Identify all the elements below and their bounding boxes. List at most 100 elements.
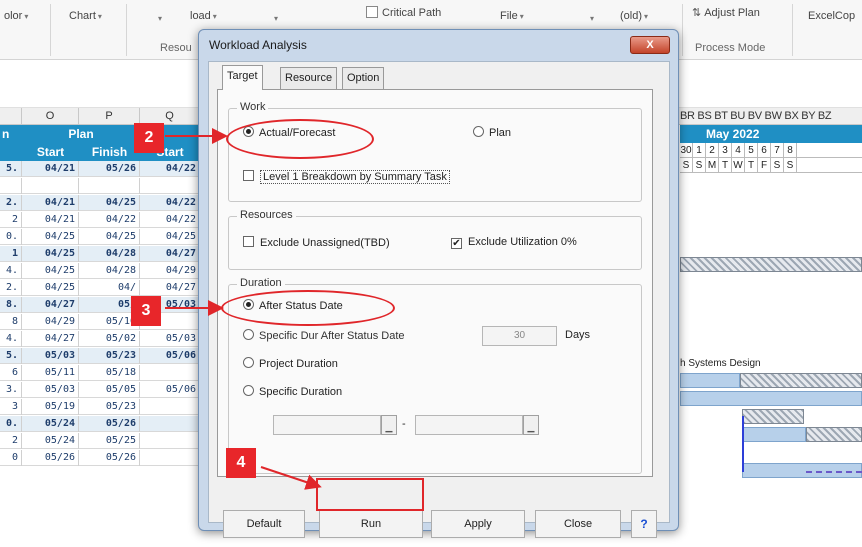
table-cell-q[interactable]: 04/25 <box>140 229 200 245</box>
table-cell-finish[interactable]: 04/25 <box>79 195 140 211</box>
tab-resource[interactable]: Resource <box>280 67 338 89</box>
table-cell-start[interactable]: 04/25 <box>22 246 79 262</box>
gantt-task-bar[interactable] <box>680 373 740 388</box>
table-row[interactable]: 3. 05/03 05/05 05/06 <box>0 382 200 398</box>
table-row[interactable]: 2 05/24 05/25 <box>0 433 200 449</box>
table-row[interactable]: 1 04/25 04/28 04/27 <box>0 246 200 262</box>
start-date-input[interactable] <box>273 415 381 435</box>
table-cell-q[interactable]: 05/06 <box>140 348 200 364</box>
help-button[interactable]: ? <box>631 510 657 538</box>
ribbon-small-button[interactable]: ▾ <box>588 12 594 24</box>
table-cell-id[interactable]: 2 <box>0 212 22 228</box>
table-cell-finish[interactable]: 05/23 <box>79 348 140 364</box>
tab-target[interactable]: Target <box>222 65 263 90</box>
table-cell-finish[interactable]: 04/28 <box>79 263 140 279</box>
default-button[interactable]: Default <box>223 510 305 538</box>
column-header-p[interactable]: P <box>79 108 140 125</box>
excelcopy-button[interactable]: ExcelCop <box>808 10 855 22</box>
table-cell-q[interactable] <box>140 399 200 415</box>
table-cell-q[interactable]: 04/22 <box>140 195 200 211</box>
table-cell-id[interactable]: 3. <box>0 382 22 398</box>
table-cell-id[interactable]: 4. <box>0 331 22 347</box>
table-row[interactable]: 0. 05/24 05/26 <box>0 416 200 432</box>
ribbon-load-button[interactable]: load ▾ <box>190 10 217 22</box>
table-cell-id[interactable]: 8 <box>0 314 22 330</box>
table-cell-finish[interactable]: 05/02 <box>79 331 140 347</box>
column-header-o[interactable]: O <box>22 108 79 125</box>
table-cell-finish[interactable]: 04/25 <box>79 229 140 245</box>
table-cell-finish[interactable]: 05/26 <box>79 161 140 177</box>
table-cell-start[interactable]: 05/03 <box>22 348 79 364</box>
table-cell-start[interactable]: 04/25 <box>22 280 79 296</box>
table-cell-id[interactable]: 0. <box>0 416 22 432</box>
close-icon[interactable]: X <box>630 36 670 54</box>
table-cell-start[interactable]: 04/21 <box>22 212 79 228</box>
ribbon-file-button[interactable]: File ▾ <box>500 10 524 22</box>
specific-duration-radio[interactable]: Specific Duration <box>243 385 342 398</box>
table-cell-q[interactable]: 04/22 <box>140 212 200 228</box>
table-row[interactable]: 8. 04/27 05/05/03 <box>0 297 200 313</box>
table-row[interactable] <box>0 178 200 194</box>
plan-radio[interactable]: Plan <box>473 126 511 139</box>
gantt-task-bar[interactable] <box>680 391 862 406</box>
table-cell-finish[interactable]: 05/25 <box>79 433 140 449</box>
table-cell-start[interactable]: 05/03 <box>22 382 79 398</box>
table-cell-q[interactable]: 05/03 <box>140 331 200 347</box>
ribbon-old-button[interactable]: (old) ▾ <box>620 10 648 22</box>
table-cell-finish[interactable]: 05/26 <box>79 450 140 466</box>
table-cell-q[interactable]: 04/22 <box>140 161 200 177</box>
table-cell-finish[interactable] <box>79 178 140 194</box>
tab-option[interactable]: Option <box>342 67 385 89</box>
table-cell-start[interactable]: 05/24 <box>22 433 79 449</box>
table-row[interactable]: 2 04/21 04/22 04/22 <box>0 212 200 228</box>
gantt-task-bar[interactable] <box>742 427 806 442</box>
table-cell-id[interactable]: 2. <box>0 280 22 296</box>
table-row[interactable]: 5. 04/21 05/26 04/22 <box>0 161 200 177</box>
gantt-summary-bar[interactable] <box>742 409 804 424</box>
table-cell-id[interactable]: 8. <box>0 297 22 313</box>
table-cell-id[interactable]: 5. <box>0 348 22 364</box>
table-cell-start[interactable]: 05/11 <box>22 365 79 381</box>
table-cell-start[interactable]: 04/25 <box>22 229 79 245</box>
apply-button[interactable]: Apply <box>431 510 525 538</box>
table-cell-finish[interactable]: 04/22 <box>79 212 140 228</box>
table-cell-id[interactable]: 6 <box>0 365 22 381</box>
table-cell-start[interactable]: 05/26 <box>22 450 79 466</box>
table-cell-start[interactable]: 05/19 <box>22 399 79 415</box>
table-cell-q[interactable] <box>140 450 200 466</box>
run-button[interactable]: Run <box>319 510 423 538</box>
exclude-unassigned-checkbox[interactable]: Exclude Unassigned(TBD) <box>243 236 390 249</box>
table-cell-start[interactable]: 04/21 <box>22 195 79 211</box>
ribbon-small-button[interactable]: ▾ <box>272 12 278 24</box>
table-cell-start[interactable]: 04/29 <box>22 314 79 330</box>
table-row[interactable]: 4. 04/25 04/28 04/29 <box>0 263 200 279</box>
table-row[interactable]: 2. 04/25 04/04/27 <box>0 280 200 296</box>
table-cell-id[interactable]: 5. <box>0 161 22 177</box>
table-cell-q[interactable]: 04/27 <box>140 280 200 296</box>
table-cell-finish[interactable]: 05/23 <box>79 399 140 415</box>
table-row[interactable]: 2. 04/21 04/25 04/22 <box>0 195 200 211</box>
project-duration-radio[interactable]: Project Duration <box>243 357 338 370</box>
level1-breakdown-checkbox[interactable]: Level 1 Breakdown by Summary Task <box>243 170 450 184</box>
column-header[interactable] <box>0 108 22 125</box>
table-cell-id[interactable]: 2. <box>0 195 22 211</box>
table-cell-start[interactable]: 04/25 <box>22 263 79 279</box>
gantt-chart[interactable]: h Systems Design <box>680 173 862 547</box>
specific-dur-after-status-radio[interactable]: Specific Dur After Status Date <box>243 329 405 342</box>
table-row[interactable]: 0. 04/25 04/25 04/25 <box>0 229 200 245</box>
dropdown-icon[interactable]: ▁ <box>381 415 397 435</box>
end-date-input[interactable] <box>415 415 523 435</box>
table-cell-id[interactable]: 2 <box>0 433 22 449</box>
table-row[interactable]: 6 05/11 05/18 <box>0 365 200 381</box>
table-cell-id[interactable]: 4. <box>0 263 22 279</box>
table-cell-id[interactable]: 1 <box>0 246 22 262</box>
table-cell-finish[interactable]: 05/18 <box>79 365 140 381</box>
table-cell-id[interactable] <box>0 178 22 194</box>
table-row[interactable]: 5. 05/03 05/23 05/06 <box>0 348 200 364</box>
exclude-utilization-checkbox[interactable]: ✔ Exclude Utilization 0% <box>451 236 577 249</box>
table-cell-start[interactable] <box>22 178 79 194</box>
table-cell-id[interactable]: 3 <box>0 399 22 415</box>
dropdown-icon[interactable]: ▁ <box>523 415 539 435</box>
table-cell-q[interactable] <box>140 433 200 449</box>
table-cell-start[interactable]: 05/24 <box>22 416 79 432</box>
